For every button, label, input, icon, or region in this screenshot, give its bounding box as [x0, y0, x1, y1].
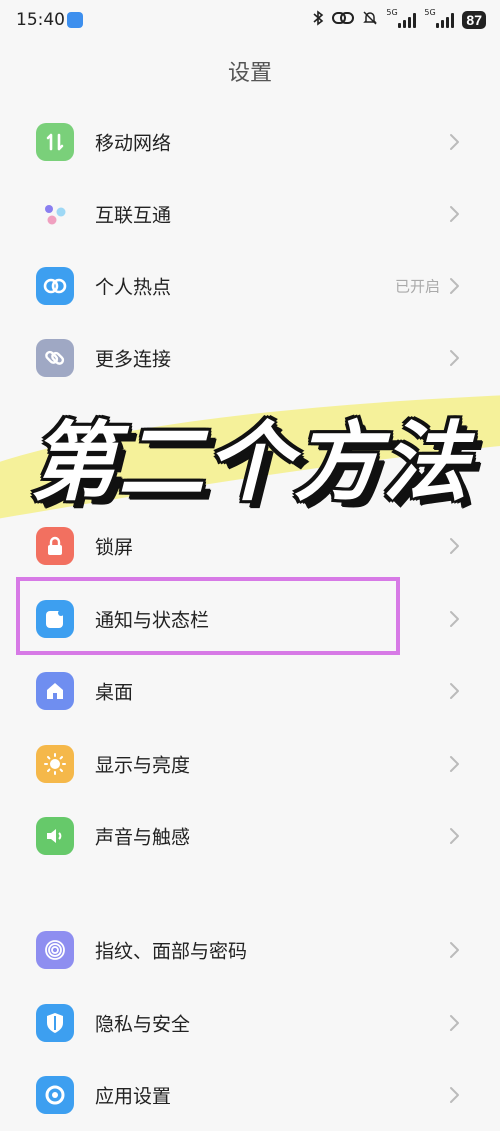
- settings-row[interactable]: 桌面: [0, 655, 500, 727]
- home-icon: [36, 672, 74, 710]
- settings-row[interactable]: 移动网络: [0, 106, 500, 178]
- settings-row[interactable]: 应用设置: [0, 1059, 500, 1131]
- chevron-right-icon: [445, 827, 463, 845]
- chevron-right-icon: [445, 1086, 463, 1104]
- settings-row[interactable]: 互联互通: [0, 178, 500, 250]
- link-icon: [36, 339, 74, 377]
- signal-1-tag: 5G: [386, 8, 398, 17]
- chevron-right-icon: [445, 610, 463, 628]
- chevron-right-icon: [445, 1014, 463, 1032]
- settings-row-label: 锁屏: [95, 536, 134, 559]
- mobile-network-icon: [36, 123, 74, 161]
- status-icons: 5G 5G 87: [312, 8, 486, 30]
- hotspot-status-icon: [332, 10, 355, 30]
- settings-row[interactable]: 指纹、面部与密码: [0, 914, 500, 986]
- status-time: 15:40: [16, 10, 65, 30]
- overlay-title: 第二个方法: [30, 413, 470, 513]
- status-bar: 15:40 5G 5G 87: [0, 0, 500, 44]
- signal-2-icon: 5G: [424, 8, 455, 28]
- settings-row-label: 个人热点: [95, 276, 172, 299]
- settings-row-label: 声音与触感: [95, 826, 191, 849]
- mute-icon: [362, 10, 378, 30]
- lock-icon: [36, 527, 74, 565]
- bluetooth-icon: [312, 10, 324, 30]
- settings-row-label: 桌面: [95, 681, 134, 704]
- chevron-right-icon: [445, 941, 463, 959]
- hotspot-icon: [36, 267, 74, 305]
- chevron-right-icon: [445, 133, 463, 151]
- settings-row[interactable]: 声音与触感: [0, 800, 500, 872]
- settings-row-value: 已开启: [394, 277, 440, 296]
- app-notification-icon: [67, 12, 83, 28]
- shield-icon: [36, 1004, 74, 1042]
- chevron-right-icon: [445, 682, 463, 700]
- chevron-right-icon: [445, 755, 463, 773]
- sun-icon: [36, 745, 74, 783]
- speaker-icon: [36, 817, 74, 855]
- settings-row-label: 指纹、面部与密码: [95, 940, 248, 963]
- signal-1-icon: 5G: [386, 8, 417, 28]
- interconnect-icon: [36, 195, 74, 233]
- chevron-right-icon: [445, 277, 463, 295]
- page-title: 设置: [227, 61, 272, 86]
- fingerprint-icon: [36, 931, 74, 969]
- settings-row[interactable]: 隐私与安全: [0, 987, 500, 1059]
- settings-row[interactable]: 显示与亮度: [0, 728, 500, 800]
- settings-row-label: 更多连接: [95, 348, 172, 371]
- settings-row-label: 互联互通: [95, 204, 172, 227]
- settings-row-label: 隐私与安全: [95, 1013, 191, 1036]
- chevron-right-icon: [445, 205, 463, 223]
- battery-indicator: 87: [462, 11, 486, 29]
- settings-row-label: 显示与亮度: [95, 754, 191, 777]
- highlight-box: [16, 577, 400, 655]
- settings-row[interactable]: 个人热点 已开启: [0, 250, 500, 322]
- chevron-right-icon: [445, 349, 463, 367]
- settings-row[interactable]: 更多连接: [0, 322, 500, 394]
- settings-row-label: 移动网络: [95, 132, 172, 155]
- app-settings-icon: [36, 1076, 74, 1114]
- chevron-right-icon: [445, 537, 463, 555]
- settings-row-label: 应用设置: [95, 1085, 172, 1108]
- signal-2-tag: 5G: [424, 8, 436, 17]
